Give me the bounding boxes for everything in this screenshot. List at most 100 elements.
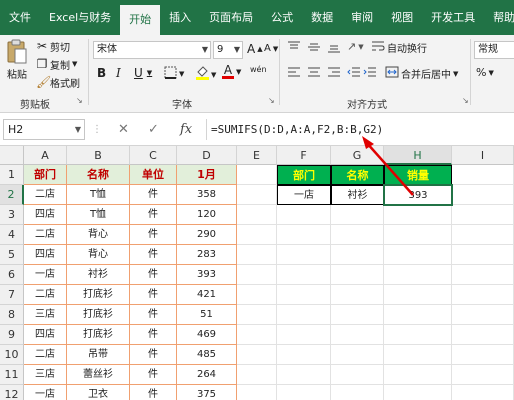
table-cell[interactable]: 件 [130,365,177,385]
cancel-formula-button[interactable]: ✕ [118,119,129,140]
column-header-i[interactable]: I [452,146,514,165]
tab-insert[interactable]: 插入 [160,0,200,35]
cell[interactable] [331,325,384,345]
align-top-button[interactable] [287,41,301,56]
borders-button[interactable]: ▼ [164,66,184,82]
table-cell[interactable]: 蕾丝衫 [67,365,130,385]
table-cell[interactable]: 四店 [24,325,67,345]
cell[interactable] [331,385,384,400]
table-cell[interactable]: 51 [177,305,237,325]
column-header-a[interactable]: A [24,146,67,165]
fill-color-button[interactable]: ▼ [195,65,216,84]
column-header-b[interactable]: B [67,146,130,165]
row-header-1[interactable]: 1 [0,165,24,185]
clipboard-launcher-icon[interactable]: ↘ [76,96,83,105]
bold-button[interactable]: B [97,66,106,80]
table-cell[interactable]: 一店 [24,385,67,400]
table-cell[interactable]: 件 [130,325,177,345]
cell[interactable] [277,305,331,325]
column-header-f[interactable]: F [277,146,331,165]
cell[interactable] [452,365,514,385]
table-cell[interactable]: 四店 [24,245,67,265]
table-cell[interactable]: 375 [177,385,237,400]
cell[interactable] [277,325,331,345]
cell[interactable] [384,345,452,365]
cell[interactable] [277,205,331,225]
lookup-cell[interactable]: 衬衫 [331,185,384,205]
phonetic-button[interactable]: wén [250,66,267,74]
row-header-6[interactable]: 6 [0,265,24,285]
table-cell[interactable]: 三店 [24,305,67,325]
align-middle-button[interactable] [307,41,321,56]
cell[interactable] [277,265,331,285]
cell[interactable] [331,265,384,285]
cell[interactable] [237,205,277,225]
cell[interactable] [277,385,331,400]
table-cell[interactable]: T恤 [67,205,130,225]
table-cell[interactable]: 打底衫 [67,285,130,305]
insert-function-button[interactable]: fx [180,119,192,140]
table-cell[interactable]: 469 [177,325,237,345]
table-cell[interactable]: 120 [177,205,237,225]
italic-button[interactable]: I [116,66,121,80]
cell[interactable] [331,305,384,325]
table-header-cell[interactable]: 单位 [130,165,177,185]
tab-data[interactable]: 数据 [302,0,342,35]
table-cell[interactable]: T恤 [67,185,130,205]
cell[interactable] [452,185,514,205]
cell[interactable] [277,365,331,385]
table-cell[interactable]: 件 [130,245,177,265]
cell[interactable] [331,205,384,225]
row-header-10[interactable]: 10 [0,345,24,365]
align-left-button[interactable] [287,66,301,81]
cell[interactable] [452,245,514,265]
cell[interactable] [331,365,384,385]
align-center-button[interactable] [307,66,321,81]
tab-review[interactable]: 审阅 [342,0,382,35]
cell[interactable] [452,345,514,365]
lookup-cell[interactable]: 393 [384,185,452,205]
table-cell[interactable]: 背心 [67,225,130,245]
row-header-7[interactable]: 7 [0,285,24,305]
column-header-h[interactable]: H [384,146,452,165]
row-header-3[interactable]: 3 [0,205,24,225]
percent-style-button[interactable]: % ▼ [476,66,494,79]
row-header-11[interactable]: 11 [0,365,24,385]
table-cell[interactable]: 二店 [24,345,67,365]
table-cell[interactable]: 衬衫 [67,265,130,285]
table-cell[interactable]: 290 [177,225,237,245]
row-header-8[interactable]: 8 [0,305,24,325]
font-name-select[interactable]: 宋体 ▼ [93,41,211,59]
enter-formula-button[interactable]: ✓ [148,119,159,140]
cell[interactable] [237,385,277,400]
table-cell[interactable]: 一店 [24,265,67,285]
table-cell[interactable]: 件 [130,305,177,325]
cell[interactable] [384,265,452,285]
increase-indent-button[interactable] [363,66,377,81]
table-header-cell[interactable]: 1月 [177,165,237,185]
cell[interactable] [237,245,277,265]
chevron-down-icon[interactable]: ▼ [72,60,77,68]
table-cell[interactable]: 二店 [24,225,67,245]
table-cell[interactable]: 件 [130,385,177,400]
table-cell[interactable]: 卫衣 [67,385,130,400]
tab-excel-finance[interactable]: Excel与财务 [40,0,120,35]
lookup-header-cell[interactable]: 名称 [331,165,384,185]
cell[interactable] [384,385,452,400]
cell[interactable] [331,285,384,305]
cell[interactable] [277,345,331,365]
tab-file[interactable]: 文件 [0,0,40,35]
row-header-9[interactable]: 9 [0,325,24,345]
cell[interactable] [237,185,277,205]
orientation-button[interactable]: ↗ ▼ [347,40,364,53]
cell[interactable] [452,285,514,305]
tab-help[interactable]: 帮助 [484,0,514,35]
table-cell[interactable]: 485 [177,345,237,365]
lookup-header-cell[interactable]: 部门 [277,165,331,185]
cell[interactable] [384,205,452,225]
table-cell[interactable]: 件 [130,345,177,365]
table-cell[interactable]: 吊带 [67,345,130,365]
tab-home[interactable]: 开始 [120,5,161,35]
cell[interactable] [384,245,452,265]
lookup-cell[interactable]: 一店 [277,185,331,205]
